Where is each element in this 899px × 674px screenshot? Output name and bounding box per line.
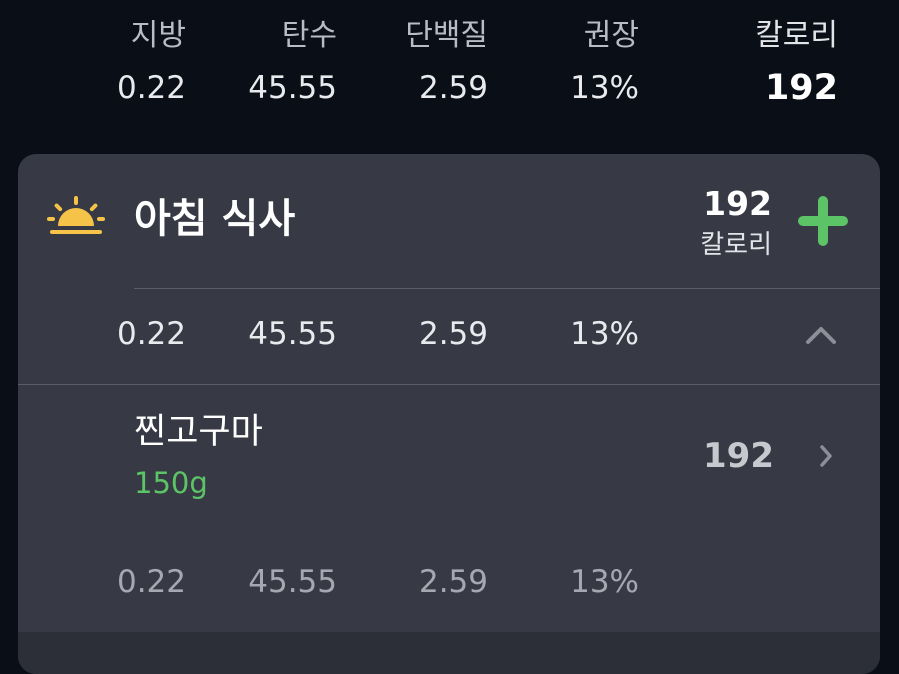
chevron-up-icon[interactable] bbox=[804, 324, 838, 346]
meal-macro-row: 0.22 45.55 2.59 13% bbox=[18, 304, 880, 364]
summary-protein-value: 2.59 bbox=[418, 70, 488, 106]
meal-header: 아침 식사 192 칼로리 bbox=[18, 154, 880, 288]
food-macro-row: 0.22 45.55 2.59 13% bbox=[18, 552, 880, 612]
meal-calories-label: 칼로리 bbox=[700, 230, 772, 260]
summary-fat-label: 지방 bbox=[130, 18, 186, 53]
meal-card-breakfast: 아침 식사 192 칼로리 0.22 45.55 2.59 13% 찐고구마 1… bbox=[18, 154, 880, 674]
nutrition-summary: 지방 0.22 탄수 45.55 단백질 2.59 권장 13% 칼로리 192 bbox=[0, 0, 899, 140]
food-calories: 192 bbox=[703, 436, 774, 476]
divider bbox=[134, 288, 880, 289]
food-name: 찐고구마 bbox=[134, 412, 263, 452]
meal-calories: 192 bbox=[703, 184, 772, 223]
summary-calories-label: 칼로리 bbox=[755, 18, 838, 53]
food-fat-value: 0.22 bbox=[116, 564, 186, 600]
summary-recommended: 권장 13% bbox=[540, 18, 639, 108]
summary-recommended-label: 권장 bbox=[583, 18, 639, 53]
summary-fat: 지방 0.22 bbox=[100, 18, 186, 108]
summary-carbs-label: 탄수 bbox=[281, 18, 337, 53]
meal-carbs-value: 45.55 bbox=[248, 316, 337, 352]
food-carbs-value: 45.55 bbox=[248, 564, 337, 600]
chevron-right-icon bbox=[818, 443, 834, 469]
sunrise-icon bbox=[46, 192, 106, 242]
plus-icon bbox=[798, 196, 848, 246]
summary-carbs-value: 45.55 bbox=[248, 70, 337, 106]
food-recommended-value: 13% bbox=[570, 564, 639, 600]
meal-protein-value: 2.59 bbox=[418, 316, 488, 352]
food-amount: 150g bbox=[134, 466, 208, 500]
summary-fat-value: 0.22 bbox=[116, 70, 186, 106]
add-food-button[interactable] bbox=[796, 194, 850, 248]
food-item[interactable]: 찐고구마 150g 192 bbox=[18, 385, 880, 545]
meal-recommended-value: 13% bbox=[570, 316, 639, 352]
next-section-strip bbox=[18, 632, 880, 674]
summary-recommended-value: 13% bbox=[570, 70, 639, 106]
summary-calories-value: 192 bbox=[764, 68, 838, 108]
meal-title: 아침 식사 bbox=[134, 196, 296, 242]
food-protein-value: 2.59 bbox=[418, 564, 488, 600]
summary-protein-label: 단백질 bbox=[405, 18, 488, 53]
summary-protein: 단백질 2.59 bbox=[380, 18, 488, 108]
summary-calories: 칼로리 192 bbox=[700, 18, 838, 108]
summary-carbs: 탄수 45.55 bbox=[230, 18, 337, 108]
meal-fat-value: 0.22 bbox=[116, 316, 186, 352]
